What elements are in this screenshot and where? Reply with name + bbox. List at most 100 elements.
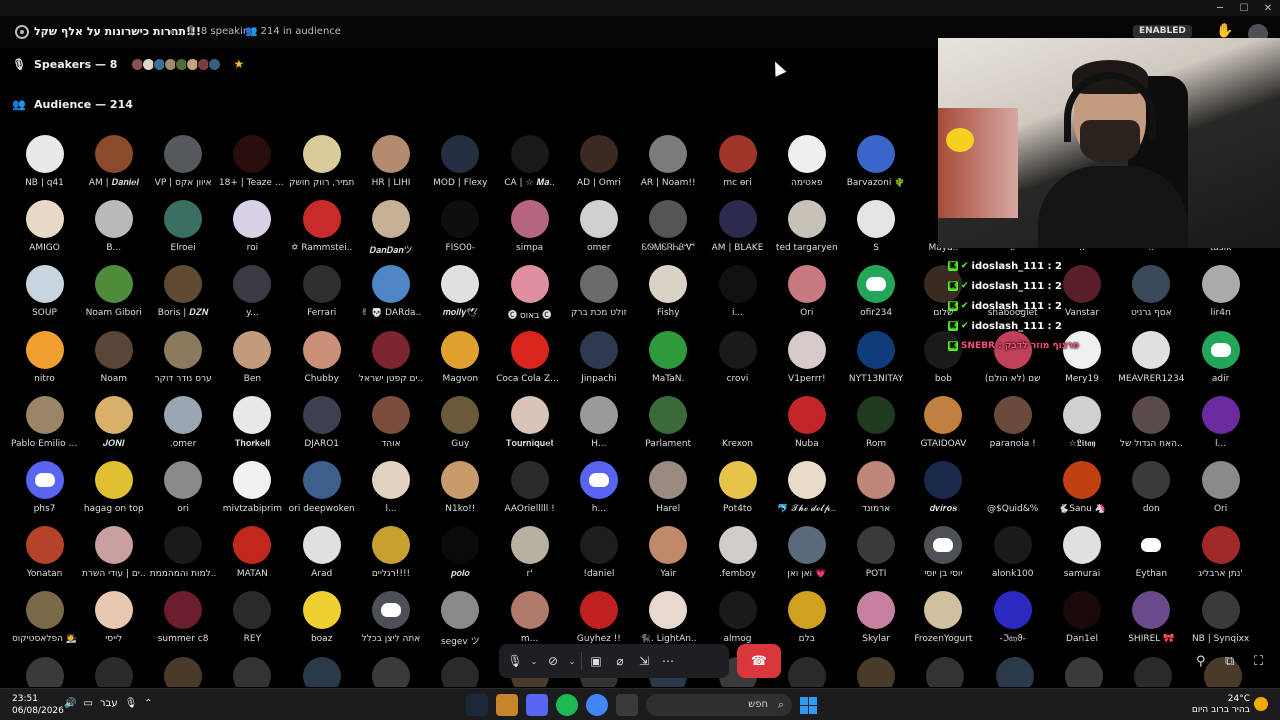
audience-member[interactable]: ואן ואן 💗 bbox=[772, 526, 841, 579]
audience-member[interactable]: don bbox=[1117, 461, 1186, 514]
activity-off-icon[interactable]: ⌀ bbox=[610, 654, 630, 668]
audience-member[interactable]: AD | Omri bbox=[564, 135, 633, 188]
audience-member[interactable]: 𝐓𝐨𝐮𝐫𝐧𝐢𝐪𝐮𝐞𝐭 bbox=[495, 395, 564, 449]
audience-member[interactable]: הפלאסטיקוס 🧑‍🎨 bbox=[10, 591, 79, 644]
audience-member[interactable]: פאטימה bbox=[772, 135, 841, 188]
audience-member[interactable]: NB | Synqixx bbox=[1186, 591, 1255, 644]
audience-member[interactable]: phs7 bbox=[10, 461, 79, 514]
audience-member[interactable] bbox=[287, 656, 356, 687]
audience-member[interactable]: simpa bbox=[495, 200, 564, 253]
chrome-icon[interactable] bbox=[586, 694, 608, 716]
move-to-audience-icon[interactable]: ⇲ bbox=[634, 654, 654, 668]
mic-icon[interactable]: 🎙 bbox=[125, 698, 138, 709]
audience-member[interactable]: Ori bbox=[1186, 461, 1255, 514]
audience-member[interactable]: Parlament bbox=[634, 395, 703, 449]
audience-member[interactable] bbox=[357, 656, 426, 687]
volume-icon[interactable]: 🔊 bbox=[64, 698, 76, 709]
audience-member[interactable]: ✌ 💀 DARda.. bbox=[357, 265, 426, 318]
audience-member[interactable]: FISO0- bbox=[426, 200, 495, 253]
audience-member[interactable]: POTI bbox=[842, 526, 911, 579]
audience-member[interactable]: 𝐓𝐡𝐨𝐫𝐤𝐞𝐥𝐥 bbox=[218, 395, 287, 449]
audience-member[interactable]: paranoia ! bbox=[978, 395, 1047, 449]
audience-member[interactable]: אוהד bbox=[357, 395, 426, 449]
audience-member[interactable]: SOUP bbox=[10, 265, 79, 318]
audience-member[interactable]: l... bbox=[357, 461, 426, 514]
audience-member[interactable]: ori bbox=[149, 461, 218, 514]
audience-member[interactable]: AAOrielllll ! bbox=[495, 461, 564, 514]
audience-member[interactable]: 𝒎𝒐𝒍𝒍𝒚🕊 bbox=[426, 265, 495, 318]
audience-member[interactable]: Eythan bbox=[1117, 526, 1186, 579]
audience-member[interactable]: Harel bbox=[634, 461, 703, 514]
pin-icon[interactable]: ⚲ bbox=[1196, 654, 1206, 669]
file-explorer-icon[interactable] bbox=[616, 694, 638, 716]
audience-member[interactable]: DJARO1 bbox=[287, 395, 356, 449]
audience-member[interactable]: FrozenYogurt bbox=[909, 591, 978, 644]
audience-member[interactable]: Pot4to bbox=[703, 461, 772, 514]
audience-member[interactable] bbox=[79, 656, 148, 687]
audience-member[interactable] bbox=[149, 656, 218, 687]
audience-member[interactable]: Boris | 𝑫𝒁𝑵 bbox=[149, 265, 218, 318]
audience-member[interactable]: ted targaryen bbox=[772, 200, 841, 253]
audience-member[interactable]: NYT13NITAY bbox=[842, 330, 911, 384]
audience-member[interactable]: r' bbox=[495, 526, 564, 579]
audience-member[interactable]: nitro bbox=[10, 330, 79, 384]
fullscreen-icon[interactable]: ⛶ bbox=[1254, 654, 1263, 669]
audience-member[interactable]: .femboy bbox=[703, 526, 772, 579]
audience-member[interactable]: VP | איוון אקס bbox=[149, 135, 218, 188]
audience-member[interactable]: Krexon bbox=[703, 395, 772, 449]
audience-member[interactable]: Arad bbox=[287, 526, 356, 579]
maximize-icon[interactable]: ☐ bbox=[1232, 0, 1256, 16]
audience-member[interactable]: Fishy bbox=[634, 265, 703, 318]
audience-member[interactable]: Barvazoni 🌵 bbox=[842, 135, 911, 188]
audience-member[interactable]: בלם bbox=[772, 591, 841, 644]
audience-member[interactable]: NB | q41 bbox=[10, 135, 79, 188]
audience-member[interactable]: 𝑫𝒂𝒏𝑫𝒂𝒏ツ bbox=[357, 200, 426, 256]
audience-member[interactable]: -ℑ𝔞𝔶ϑ- bbox=[978, 591, 1047, 644]
audience-member[interactable]: !daniel bbox=[564, 526, 633, 579]
weather-widget[interactable]: 24°C בהיר ברוב היום bbox=[1192, 694, 1250, 716]
network-icon[interactable]: ▭ bbox=[83, 698, 92, 709]
speaker-avatars[interactable] bbox=[131, 57, 222, 71]
popout-icon[interactable]: ⧉ bbox=[1225, 654, 1234, 669]
audience-member[interactable]: Elroei bbox=[149, 200, 218, 253]
audience-member[interactable]: יוסי בן יוסי bbox=[909, 526, 978, 579]
audience-member[interactable]: MATAN bbox=[218, 526, 287, 579]
audience-member[interactable]: תמיר, רווק חושק bbox=[287, 135, 356, 188]
audience-member[interactable]: ✡ Rammstei.. bbox=[287, 200, 356, 253]
audience-member[interactable]: Noam bbox=[79, 330, 148, 384]
microphone-toggle-icon[interactable]: 🎙 bbox=[505, 654, 525, 668]
audience-member[interactable]: Jinpachi bbox=[564, 330, 633, 384]
audience-member[interactable]: omer bbox=[564, 200, 633, 253]
audience-member[interactable]: hagag on top bbox=[79, 461, 148, 514]
audience-member[interactable]: Coca Cola Zero bbox=[495, 330, 564, 384]
audience-member[interactable]: האח הגדול של.. bbox=[1117, 395, 1186, 449]
taskbar-clock[interactable]: 23:51 06/08/2026 bbox=[12, 693, 64, 717]
audience-member[interactable]: ori deepwoken bbox=[287, 461, 356, 514]
audience-member[interactable]: ofir234 bbox=[842, 265, 911, 318]
audience-member[interactable]: למות והמהממת.. bbox=[149, 526, 218, 579]
audience-member[interactable]: אתה ליצן בכלל bbox=[357, 591, 426, 644]
audience-member[interactable]: ים קפטן ישראל.. bbox=[357, 330, 426, 384]
audience-member[interactable] bbox=[1050, 656, 1119, 687]
audience-member[interactable]: לייסי bbox=[79, 591, 148, 644]
audience-member[interactable]: mc ɵri bbox=[703, 135, 772, 188]
audience-member[interactable]: h... bbox=[564, 461, 633, 514]
audience-member[interactable]: m... bbox=[495, 591, 564, 644]
audience-member[interactable]: ערס נודר דוקר bbox=[149, 330, 218, 384]
audience-member[interactable]: @$Quid&% bbox=[978, 461, 1047, 514]
audience-member[interactable]: boaz bbox=[287, 591, 356, 644]
audience-member[interactable]: S bbox=[842, 200, 911, 253]
audience-member[interactable] bbox=[842, 656, 911, 687]
audience-member[interactable]: samurai bbox=[1048, 526, 1117, 579]
audience-member[interactable]: Skylar bbox=[842, 591, 911, 644]
leave-call-button[interactable]: ☎ bbox=[737, 644, 781, 678]
audience-member[interactable]: ארמונד bbox=[842, 461, 911, 514]
audience-member[interactable]: segev ツ bbox=[426, 591, 495, 647]
audience-member[interactable]: 𝒑𝒐𝒍𝒐 bbox=[426, 526, 495, 579]
audience-member[interactable]: SHIREL 🎀 bbox=[1117, 591, 1186, 644]
audience-member[interactable] bbox=[772, 656, 841, 687]
audience-member[interactable]: Ben bbox=[218, 330, 287, 384]
minimize-icon[interactable]: ─ bbox=[1208, 0, 1232, 16]
audience-member[interactable]: Ori bbox=[772, 265, 841, 318]
audience-member[interactable]: summer c8 bbox=[149, 591, 218, 644]
